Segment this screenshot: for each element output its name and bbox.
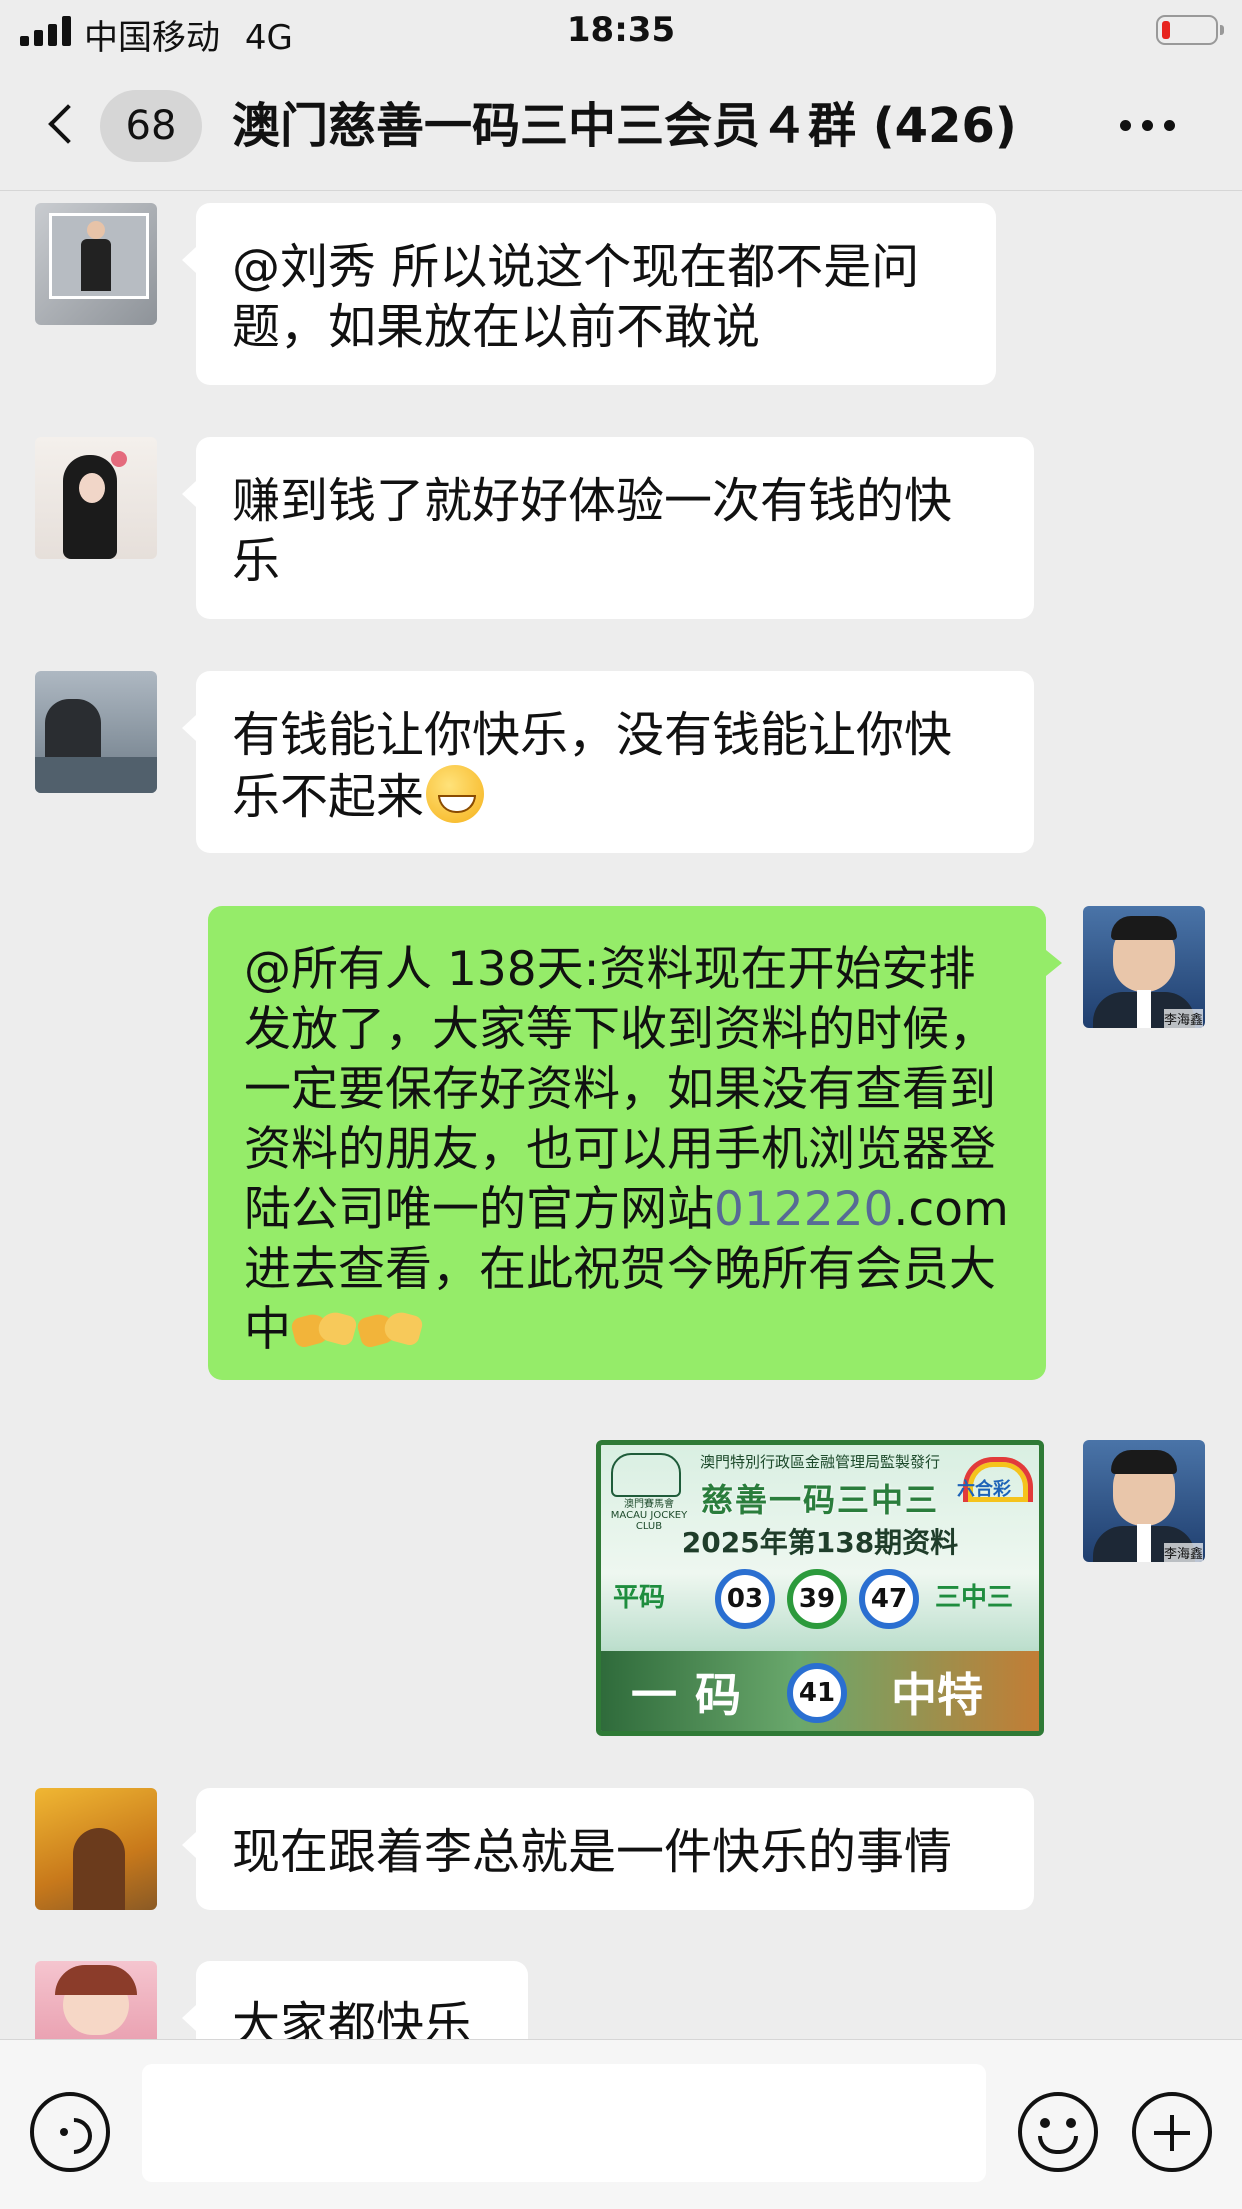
message-bubble-outgoing[interactable]: @所有人 138天:资料现在开始安排发放了，大家等下收到资料的时候，一定要保存好… — [208, 906, 1062, 1380]
number-ball: 47 — [859, 1569, 919, 1629]
avatar[interactable] — [35, 1788, 157, 1910]
clock: 18:35 — [566, 10, 676, 50]
message-text: 大家都快乐 — [232, 1997, 473, 2039]
status-bar: 中国移动 4G 18:35 — [0, 0, 1242, 62]
smile-icon[interactable] — [1018, 2092, 1098, 2172]
number-ball: 39 — [787, 1569, 847, 1629]
message-text: 赚到钱了就好好体验一次有钱的快乐 — [232, 473, 953, 589]
avatar[interactable] — [35, 1961, 157, 2039]
message-text-content: 有钱能让你快乐，没有钱能让你快乐不起来 — [232, 707, 953, 825]
battery-icon — [1156, 15, 1224, 45]
plus-icon[interactable] — [1132, 2092, 1212, 2172]
avatar[interactable] — [35, 203, 157, 325]
chat-header: 68 澳门慈善一码三中三会员４群 (426) — [0, 62, 1242, 191]
message-text: 现在跟着李总就是一件快乐的事情 — [232, 1824, 953, 1880]
message-input[interactable] — [142, 2064, 986, 2182]
message-bubble[interactable]: 赚到钱了就好好体验一次有钱的快乐 — [182, 437, 1034, 619]
sender-avatar[interactable]: 李海鑫 — [1083, 1440, 1205, 1562]
website-link[interactable]: 012220 — [714, 1182, 893, 1237]
voice-icon[interactable] — [30, 2092, 110, 2172]
chat-title: 澳门慈善一码三中三会员４群 (426) — [232, 98, 1017, 154]
message-text: 有钱能让你快乐，没有钱能让你快乐不起来 — [232, 705, 998, 827]
avatar-label: 李海鑫 — [1163, 1009, 1203, 1028]
card-bottom-right: 中特 — [891, 1668, 983, 1722]
avatar-label: 李海鑫 — [1163, 1543, 1203, 1562]
message-text: @所有人 138天:资料现在开始安排发放了，大家等下收到资料的时候，一定要保存好… — [244, 940, 1010, 1360]
handshake-icon — [359, 1307, 421, 1351]
grinning-face-icon — [426, 765, 485, 823]
input-bar — [0, 2039, 1242, 2209]
special-number-ball: 41 — [787, 1663, 847, 1723]
message-bubble[interactable]: 现在跟着李总就是一件快乐的事情 — [182, 1788, 1034, 1910]
more-button[interactable] — [1120, 120, 1180, 132]
number-ball: 03 — [715, 1569, 775, 1629]
card-left-label: 平码 — [613, 1583, 666, 1613]
message-bubble[interactable]: 有钱能让你快乐，没有钱能让你快乐不起来 — [182, 671, 1034, 853]
card-subtitle: 2025年第138期资料 — [681, 1526, 959, 1559]
handshake-icon — [293, 1307, 355, 1351]
back-button[interactable] — [42, 92, 82, 156]
card-right-label: 三中三 — [935, 1583, 1014, 1613]
card-bottom-left: 一码 — [631, 1668, 759, 1722]
message-bubble[interactable]: 大家都快乐 — [182, 1961, 528, 2039]
image-message-card[interactable]: 澳門特別行政區金融管理局監製發行 澳門賽馬會 MACAU JOCKEY CLUB… — [596, 1440, 1044, 1736]
avatar[interactable] — [35, 671, 157, 793]
message-bubble[interactable]: @刘秀 所以说这个现在都不是问题，如果放在以前不敢说 — [182, 203, 996, 385]
unread-count-badge[interactable]: 68 — [100, 90, 202, 162]
avatar[interactable] — [35, 437, 157, 559]
sender-avatar[interactable]: 李海鑫 — [1083, 906, 1205, 1028]
message-list[interactable]: @刘秀 所以说这个现在都不是问题，如果放在以前不敢说 赚到钱了就好好体验一次有钱… — [0, 191, 1242, 2039]
message-text: @刘秀 所以说这个现在都不是问题，如果放在以前不敢说 — [232, 239, 920, 355]
card-title: 慈善一码三中三 — [700, 1481, 939, 1519]
